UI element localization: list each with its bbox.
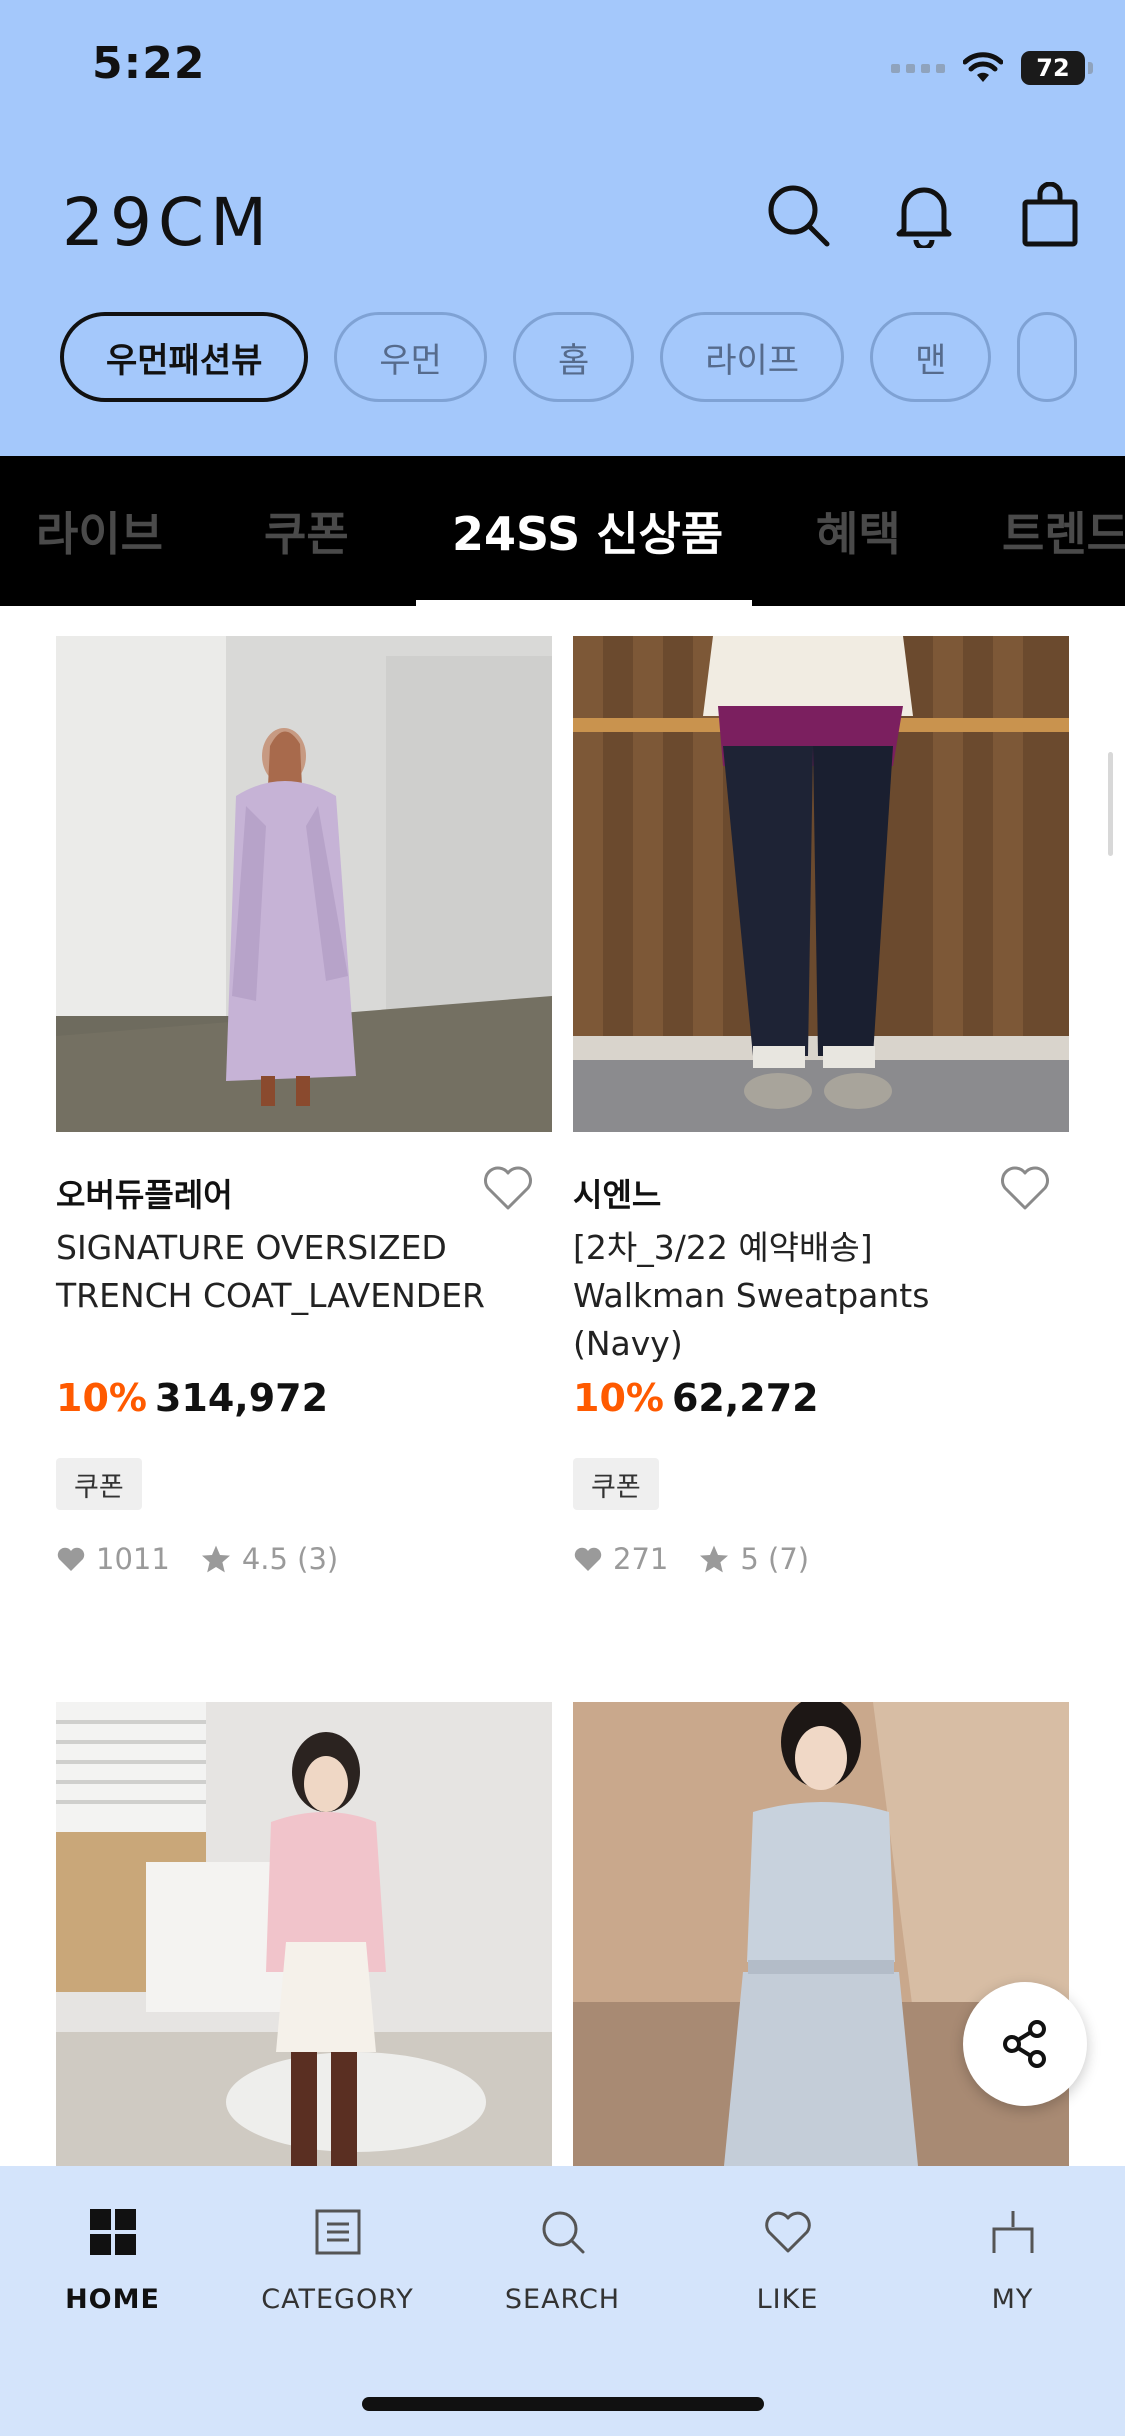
nav-label: SEARCH — [504, 2284, 621, 2315]
nav-label: LIKE — [756, 2284, 819, 2315]
shopping-bag-icon[interactable] — [1013, 178, 1087, 252]
product-card[interactable] — [56, 1702, 552, 2166]
nav-category[interactable]: CATEGORY — [225, 2204, 450, 2315]
share-button[interactable] — [963, 1982, 1087, 2106]
bell-icon[interactable] — [887, 178, 961, 252]
search-icon — [535, 2204, 591, 2260]
nav-search[interactable]: SEARCH — [450, 2204, 675, 2315]
product-image[interactable] — [573, 636, 1069, 1132]
battery-icon: 72 — [1021, 51, 1093, 85]
product-brand: 시엔느 — [573, 1176, 662, 1214]
chip-women[interactable]: 우먼 — [334, 312, 487, 402]
product-brand: 오버듀플레어 — [56, 1176, 233, 1214]
nav-like[interactable]: LIKE — [675, 2204, 900, 2315]
chip-life[interactable]: 라이프 — [660, 312, 845, 402]
product-name[interactable]: SIGNATURE OVERSIZED TRENCH COAT_LAVENDER — [56, 1224, 516, 1320]
bottom-navigation: HOME CATEGORY SEARCH LIKE MY — [0, 2166, 1125, 2436]
top-header-area: 5:22 72 29CM 우먼패션뷰 우먼 홈 라이프 맨 — [0, 0, 1125, 456]
nav-home[interactable]: HOME — [0, 2204, 225, 2315]
discount-rate: 10% — [573, 1376, 664, 1420]
price-value: 314,972 — [154, 1376, 329, 1420]
nav-label: CATEGORY — [261, 2284, 414, 2315]
nav-my[interactable]: MY — [900, 2204, 1125, 2315]
product-price: 10% 62,272 — [573, 1376, 819, 1420]
nav-label: HOME — [65, 2284, 160, 2315]
star-icon — [201, 1545, 230, 1573]
heart-filled-icon — [57, 1547, 85, 1571]
product-image[interactable] — [56, 1702, 552, 2166]
wifi-icon — [963, 52, 1003, 82]
heart-filled-icon — [574, 1547, 602, 1571]
app-logo[interactable]: 29CM — [62, 184, 273, 261]
tab-trend[interactable]: 트렌드 — [1002, 456, 1125, 606]
heart-icon[interactable] — [997, 1160, 1053, 1216]
chip-womenfashionbeauty[interactable]: 우먼패션뷰 — [60, 312, 309, 402]
rating: 5 (7) — [740, 1542, 810, 1576]
status-time: 5:22 — [92, 38, 206, 89]
cellular-signal-icon — [891, 63, 945, 73]
product-card[interactable]: 오버듀플레어 SIGNATURE OVERSIZED TRENCH COAT_L… — [56, 636, 552, 1596]
star-icon — [700, 1545, 729, 1573]
scroll-indicator — [1108, 752, 1113, 856]
coupon-badge: 쿠폰 — [56, 1458, 142, 1510]
category-list-icon — [310, 2204, 366, 2260]
rating: 4.5 (3) — [241, 1542, 339, 1576]
heart-icon — [760, 2204, 816, 2260]
content-tab-bar: 라이브 쿠폰 24SS 신상품 혜택 트렌드 — [0, 456, 1125, 606]
like-count: 1011 — [96, 1542, 170, 1576]
category-chip-row: 우먼패션뷰 우먼 홈 라이프 맨 — [60, 312, 1078, 402]
product-stats: 271 5 (7) — [573, 1542, 809, 1576]
coupon-badge: 쿠폰 — [573, 1458, 659, 1510]
tab-coupon[interactable]: 쿠폰 — [264, 456, 349, 606]
price-value: 62,272 — [671, 1376, 819, 1420]
heart-icon[interactable] — [480, 1160, 536, 1216]
search-icon[interactable] — [761, 178, 835, 252]
discount-rate: 10% — [56, 1376, 147, 1420]
home-indicator — [362, 2397, 764, 2411]
product-card[interactable]: 시엔느 [2차_3/22 예약배송] Walkman Sweatpants (N… — [573, 636, 1069, 1596]
share-icon — [1003, 2020, 1046, 2068]
chip-home[interactable]: 홈 — [512, 312, 635, 402]
active-tab-indicator — [416, 600, 752, 606]
tab-live[interactable]: 라이브 — [36, 456, 163, 606]
person-icon — [985, 2204, 1041, 2260]
tab-benefit[interactable]: 혜택 — [816, 456, 901, 606]
nav-label: MY — [991, 2284, 1034, 2315]
product-name[interactable]: [2차_3/22 예약배송] Walkman Sweatpants (Navy) — [573, 1224, 1033, 1368]
chip-men[interactable]: 맨 — [870, 312, 992, 402]
product-price: 10% 314,972 — [56, 1376, 328, 1420]
product-image[interactable] — [56, 636, 552, 1132]
product-stats: 1011 4.5 (3) — [56, 1542, 338, 1576]
home-grid-icon — [85, 2204, 141, 2260]
like-count: 271 — [613, 1542, 669, 1576]
tab-24ss-new[interactable]: 24SS 신상품 — [452, 456, 723, 606]
chip-more[interactable] — [1017, 312, 1078, 402]
status-icons: 72 — [891, 46, 1093, 90]
